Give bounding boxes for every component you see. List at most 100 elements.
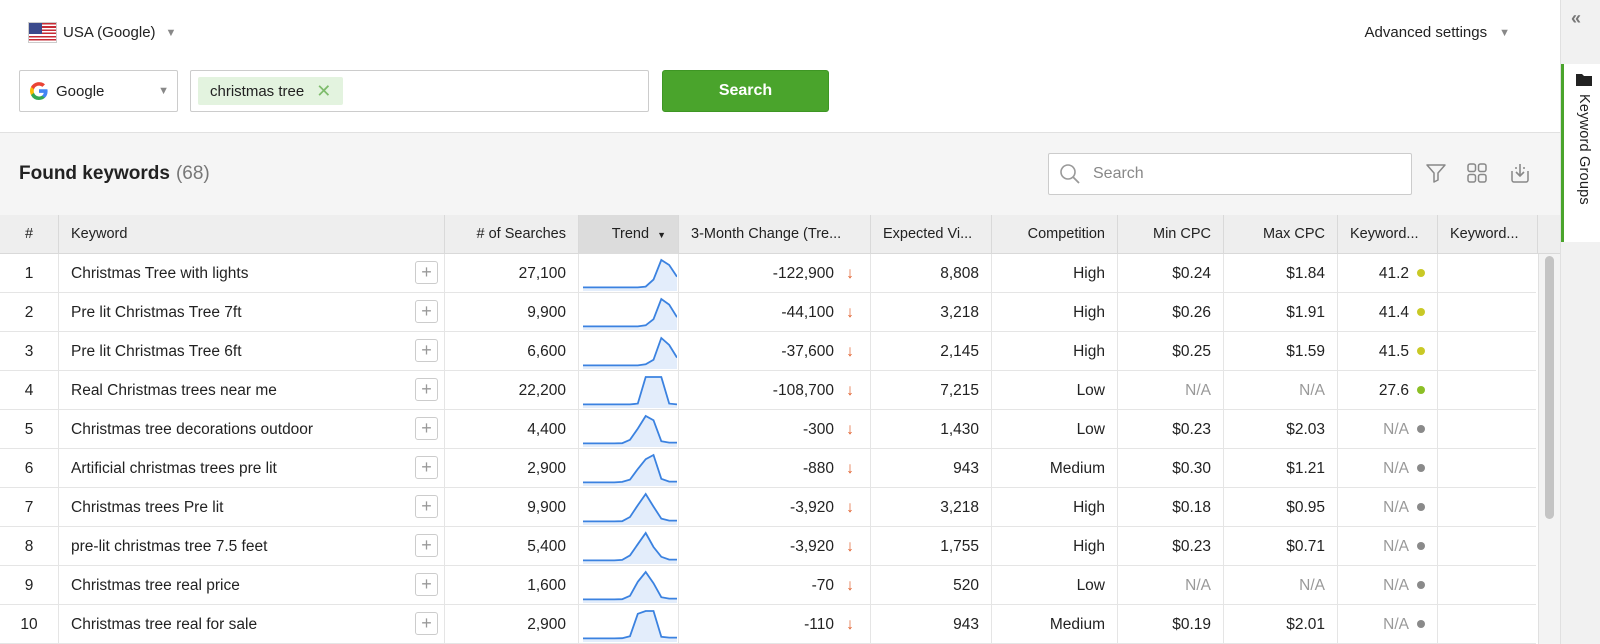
trend-line — [583, 414, 677, 445]
trend-cell — [579, 371, 679, 410]
add-to-group-button[interactable]: + — [415, 378, 438, 401]
keyword-extra-cell — [1438, 566, 1536, 605]
search-engine-select[interactable]: Google ▼ — [19, 70, 178, 112]
difficulty-dot-icon — [1417, 619, 1425, 628]
column-header-keyword-extra[interactable]: Keyword... — [1438, 215, 1538, 254]
trend-sparkline — [583, 336, 677, 369]
change-cell: -44,100 ↓ — [679, 293, 871, 332]
column-header-expected-visits[interactable]: Expected Vi... — [871, 215, 992, 254]
keyword-text: Real Christmas trees near me — [71, 382, 277, 399]
table-row[interactable]: 3 Pre lit Christmas Tree 6ft +6,600 -37,600… — [0, 332, 1536, 371]
searches-cell: 4,400 — [445, 410, 579, 449]
chevron-down-icon: ▼ — [158, 85, 169, 97]
scrollbar-thumb[interactable] — [1545, 256, 1554, 519]
row-number: 8 — [0, 527, 59, 566]
add-to-group-button[interactable]: + — [415, 573, 438, 596]
difficulty-value: 41.4 — [1378, 304, 1409, 321]
add-to-group-button[interactable]: + — [415, 612, 438, 635]
max-cpc-cell: N/A — [1224, 371, 1338, 410]
keyword-cell: Christmas tree real price + — [59, 566, 445, 605]
export-icon[interactable] — [1506, 159, 1534, 187]
add-to-group-button[interactable]: + — [415, 417, 438, 440]
difficulty-value: 41.2 — [1378, 265, 1409, 282]
max-cpc-cell: $1.59 — [1224, 332, 1338, 371]
add-to-group-button[interactable]: + — [415, 456, 438, 479]
difficulty-value: 41.5 — [1378, 343, 1409, 360]
table-row[interactable]: 5 Christmas tree decorations outdoor +4,40… — [0, 410, 1536, 449]
keyword-chip: christmas tree ✕ — [198, 77, 344, 105]
keyword-cell: Christmas Tree with lights + — [59, 254, 445, 293]
searches-cell: 6,600 — [445, 332, 579, 371]
double-chevron-left-icon[interactable]: « — [1571, 8, 1581, 29]
keyword-difficulty-cell: N/A — [1338, 488, 1438, 527]
keyword-extra-cell — [1438, 410, 1536, 449]
folder-icon — [1576, 74, 1592, 86]
keyword-extra-cell — [1438, 488, 1536, 527]
add-to-group-button[interactable]: + — [415, 534, 438, 557]
filter-icon[interactable] — [1422, 159, 1450, 187]
right-rail: « Keyword Groups — [1560, 0, 1600, 644]
table-scrollbar[interactable] — [1538, 254, 1560, 644]
keyword-text: Christmas tree real price — [71, 577, 240, 594]
searches-cell: 9,900 — [445, 293, 579, 332]
close-icon[interactable]: ✕ — [316, 81, 331, 102]
add-to-group-button[interactable]: + — [415, 261, 438, 284]
trend-sparkline — [583, 414, 677, 447]
search-button[interactable]: Search — [662, 70, 829, 112]
row-number: 6 — [0, 449, 59, 488]
min-cpc-cell: $0.19 — [1118, 605, 1224, 644]
trend-line — [583, 492, 677, 523]
table-row[interactable]: 8 pre-lit christmas tree 7.5 feet +5,400 -3… — [0, 527, 1536, 566]
competition-cell: Medium — [992, 605, 1118, 644]
column-header-keyword-difficulty[interactable]: Keyword... — [1338, 215, 1438, 254]
table-row[interactable]: 7 Christmas trees Pre lit +9,900 -3,920 ↓ 3,2… — [0, 488, 1536, 527]
table-row[interactable]: 4 Real Christmas trees near me +22,200 -108… — [0, 371, 1536, 410]
table-row[interactable]: 10 Christmas tree real for sale +2,900 -110… — [0, 605, 1536, 644]
change-cell: -108,700 ↓ — [679, 371, 871, 410]
column-header-3month-change[interactable]: 3-Month Change (Tre... — [679, 215, 871, 254]
keyword-cell: Artificial christmas trees pre lit + — [59, 449, 445, 488]
column-header-min-cpc[interactable]: Min CPC — [1118, 215, 1224, 254]
keyword-difficulty-cell: 41.2 — [1338, 254, 1438, 293]
table-row[interactable]: 6 Artificial christmas trees pre lit +2,90… — [0, 449, 1536, 488]
column-header-max-cpc[interactable]: Max CPC — [1224, 215, 1338, 254]
keyword-text: Christmas tree decorations outdoor — [71, 421, 314, 438]
difficulty-value: N/A — [1383, 538, 1409, 555]
keyword-text: Christmas tree real for sale — [71, 616, 258, 633]
column-header-keyword[interactable]: Keyword — [59, 215, 445, 254]
table-row[interactable]: 2 Pre lit Christmas Tree 7ft +9,900 -44,100… — [0, 293, 1536, 332]
competition-cell: Low — [992, 566, 1118, 605]
results-header: Found keywords (68) — [0, 133, 1560, 215]
keyword-groups-tab[interactable]: Keyword Groups — [1561, 64, 1600, 242]
grid-view-icon[interactable] — [1463, 159, 1491, 187]
trend-cell — [579, 605, 679, 644]
trend-cell — [579, 566, 679, 605]
column-header-trend[interactable]: Trend ▼ — [579, 215, 679, 254]
google-icon — [30, 82, 48, 100]
advanced-settings-button[interactable]: Advanced settings ▼ — [1365, 24, 1510, 41]
locale-selector[interactable]: USA (Google) ▼ — [28, 22, 176, 43]
add-to-group-button[interactable]: + — [415, 495, 438, 518]
keyword-difficulty-cell: N/A — [1338, 410, 1438, 449]
change-value: -110 — [804, 616, 834, 633]
keyword-text: Pre lit Christmas Tree 6ft — [71, 343, 242, 360]
column-header-number[interactable]: # — [0, 215, 59, 254]
change-value: -880 — [802, 460, 834, 477]
column-header-searches[interactable]: # of Searches — [445, 215, 579, 254]
keyword-extra-cell — [1438, 605, 1536, 644]
add-to-group-button[interactable]: + — [415, 339, 438, 362]
table-search[interactable] — [1048, 153, 1412, 195]
change-cell: -110 ↓ — [679, 605, 871, 644]
change-cell: -3,920 ↓ — [679, 527, 871, 566]
chevron-down-icon: ▼ — [1499, 26, 1510, 39]
trend-cell — [579, 449, 679, 488]
table-row[interactable]: 1 Christmas Tree with lights +27,100 -122,9… — [0, 254, 1536, 293]
top-bar: USA (Google) ▼ Advanced settings ▼ Googl… — [0, 0, 1560, 133]
table-row[interactable]: 9 Christmas tree real price +1,600 -70 ↓ 520 L… — [0, 566, 1536, 605]
table-search-input[interactable] — [1093, 165, 1393, 183]
add-to-group-button[interactable]: + — [415, 300, 438, 323]
max-cpc-cell: $1.91 — [1224, 293, 1338, 332]
column-header-competition[interactable]: Competition — [992, 215, 1118, 254]
difficulty-dot-icon — [1417, 268, 1425, 277]
keyword-input[interactable]: christmas tree ✕ — [190, 70, 649, 112]
